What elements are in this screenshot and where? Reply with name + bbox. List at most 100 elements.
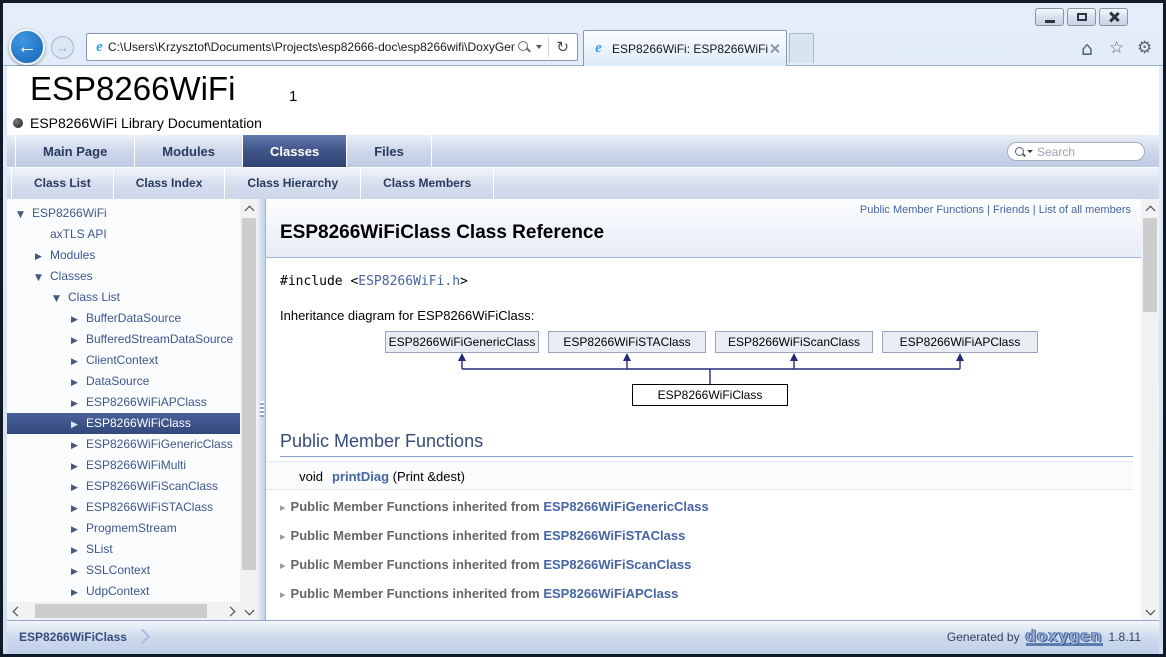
scroll-left-icon[interactable] <box>7 603 24 620</box>
tree-item-slist[interactable]: ▶SList <box>7 539 240 560</box>
tree-item-esp8266wifimulti[interactable]: ▶ESP8266WiFiMulti <box>7 455 240 476</box>
address-dropdown-icon[interactable] <box>536 45 542 49</box>
tree-item-udpcontext[interactable]: ▶UdpContext <box>7 581 240 602</box>
address-bar[interactable]: C:\Users\Krzysztof\Documents\Projects\es… <box>86 33 578 61</box>
tree-expand-icon[interactable]: ▶ <box>71 394 86 415</box>
scroll-up-icon[interactable] <box>240 199 258 217</box>
inherited-class-link[interactable]: ESP8266WiFiScanClass <box>543 557 691 572</box>
diagram-node-scanclass[interactable]: ESP8266WiFiScanClass <box>715 331 873 353</box>
inherited-class-link[interactable]: ESP8266WiFiSTAClass <box>543 528 685 543</box>
tree-expand-icon[interactable]: ▼ <box>35 268 50 289</box>
address-search-icon[interactable] <box>517 40 531 54</box>
refresh-icon[interactable] <box>552 38 573 56</box>
scroll-down-icon[interactable] <box>1141 602 1159 620</box>
tree-expand-icon[interactable]: ▶ <box>71 310 86 331</box>
tab-main-page[interactable]: Main Page <box>15 135 135 167</box>
tree-expand-icon[interactable]: ▼ <box>17 205 32 226</box>
search-dropdown-icon[interactable] <box>1027 150 1033 153</box>
maximize-button[interactable] <box>1067 8 1096 26</box>
favorites-icon[interactable] <box>1109 38 1124 58</box>
summary-link-public-members[interactable]: Public Member Functions <box>860 204 984 216</box>
tree-expand-icon[interactable]: ▶ <box>71 457 86 478</box>
member-link[interactable]: printDiag <box>332 469 389 484</box>
tree-item-bufferdatasource[interactable]: ▶BufferDataSource <box>7 308 240 329</box>
minimize-button[interactable] <box>1035 8 1064 26</box>
tab-class-list[interactable]: Class List <box>11 168 114 199</box>
tree-expand-icon[interactable]: ▶ <box>71 373 86 394</box>
diagram-node-genericclass[interactable]: ESP8266WiFiGenericClass <box>385 331 539 353</box>
tree-expand-icon[interactable]: ▶ <box>71 478 86 499</box>
scrollbar-thumb[interactable] <box>35 604 207 618</box>
tree-item-clientcontext[interactable]: ▶ClientContext <box>7 350 240 371</box>
tree-item-datasource[interactable]: ▶DataSource <box>7 371 240 392</box>
tree-item-axtls-api[interactable]: axTLS API <box>7 224 240 245</box>
back-button[interactable]: ← <box>9 29 45 65</box>
search-box[interactable] <box>1007 142 1145 161</box>
forward-button[interactable]: → <box>51 36 74 59</box>
tree-expand-icon[interactable]: ▶ <box>71 331 86 352</box>
tree-item-esp8266wifiscanclass[interactable]: ▶ESP8266WiFiScanClass <box>7 476 240 497</box>
tools-icon[interactable] <box>1137 38 1152 58</box>
inherited-section-staclass[interactable]: Public Member Functions inherited from E… <box>280 528 1141 548</box>
inherited-class-link[interactable]: ESP8266WiFiGenericClass <box>543 499 708 514</box>
diagram-node-staclass[interactable]: ESP8266WiFiSTAClass <box>548 331 706 353</box>
tree-item-esp8266wifi[interactable]: ▼ESP8266WiFi <box>7 203 240 224</box>
tree-item-esp8266wifiapclass[interactable]: ▶ESP8266WiFiAPClass <box>7 392 240 413</box>
scroll-up-icon[interactable] <box>1141 199 1159 217</box>
tree-expand-icon[interactable]: ▼ <box>53 289 68 310</box>
summary-link-all-members[interactable]: List of all members <box>1039 204 1131 216</box>
inherited-class-link[interactable]: ESP8266WiFiAPClass <box>543 586 678 601</box>
tree-item-esp8266wifigenericclass[interactable]: ▶ESP8266WiFiGenericClass <box>7 434 240 455</box>
tree-vertical-scrollbar[interactable] <box>240 199 258 620</box>
window-titlebar[interactable] <box>3 3 1163 28</box>
tree-expand-icon[interactable]: ▶ <box>71 520 86 541</box>
new-tab-button[interactable] <box>789 33 814 63</box>
tree-item-class-list[interactable]: ▼Class List <box>7 287 240 308</box>
tree-expand-icon[interactable]: ▶ <box>71 436 86 457</box>
close-button[interactable] <box>1099 8 1128 26</box>
tree-expand-icon[interactable]: ▶ <box>71 499 86 520</box>
tab-class-index[interactable]: Class Index <box>114 168 226 199</box>
content-vertical-scrollbar[interactable] <box>1141 199 1159 620</box>
scroll-down-icon[interactable] <box>240 602 258 620</box>
inherited-section-genericclass[interactable]: Public Member Functions inherited from E… <box>280 499 1141 519</box>
tree-item-bufferedstreamdatasource[interactable]: ▶BufferedStreamDataSource <box>7 329 240 350</box>
scrollbar-thumb[interactable] <box>1143 218 1157 312</box>
diagram-node-apclass[interactable]: ESP8266WiFiAPClass <box>882 331 1038 353</box>
include-file-link[interactable]: ESP8266WiFi.h <box>358 274 460 289</box>
summary-link-friends[interactable]: Friends <box>993 204 1030 216</box>
panel-splitter[interactable] <box>258 199 266 620</box>
breadcrumb[interactable]: ESP8266WiFiClass <box>19 630 127 644</box>
window-frame-bottom <box>7 652 1159 654</box>
tab-modules[interactable]: Modules <box>135 135 243 167</box>
tree-horizontal-scrollbar[interactable] <box>7 602 240 620</box>
tree-item-label: ESP8266WiFiAPClass <box>86 395 207 409</box>
tree-item-sslcontext[interactable]: ▶SSLContext <box>7 560 240 581</box>
tree-item-modules[interactable]: ▶Modules <box>7 245 240 266</box>
tree-item-esp8266wificlass-selected[interactable]: ▶ESP8266WiFiClass <box>7 413 240 434</box>
inherited-section-apclass[interactable]: Public Member Functions inherited from E… <box>280 586 1141 606</box>
tab-classes[interactable]: Classes <box>243 135 347 167</box>
tree-expand-icon[interactable]: ▶ <box>71 352 86 373</box>
doxygen-logo[interactable]: doxygen <box>1026 628 1103 646</box>
search-input[interactable] <box>1037 145 1138 159</box>
scrollbar-thumb[interactable] <box>242 218 256 570</box>
tree-expand-icon[interactable]: ▶ <box>35 247 50 268</box>
tab-class-hierarchy[interactable]: Class Hierarchy <box>225 168 361 199</box>
tab-class-members[interactable]: Class Members <box>361 168 494 199</box>
splitter-grip-icon <box>260 401 264 417</box>
home-icon[interactable] <box>1081 38 1093 60</box>
tree-expand-icon[interactable]: ▶ <box>71 541 86 562</box>
tree-item-classes[interactable]: ▼Classes <box>7 266 240 287</box>
tree-item-esp8266wifistaclass[interactable]: ▶ESP8266WiFiSTAClass <box>7 497 240 518</box>
tree-expand-icon[interactable]: ▶ <box>71 562 86 583</box>
tab-files[interactable]: Files <box>347 135 432 167</box>
browser-tab[interactable]: ESP8266WiFi: ESP8266WiFi... <box>583 30 787 66</box>
tree-item-progmemstream[interactable]: ▶ProgmemStream <box>7 518 240 539</box>
tree-expand-icon[interactable]: ▶ <box>71 583 86 604</box>
tree-expand-icon[interactable]: ▶ <box>71 415 86 436</box>
tab-close-icon[interactable] <box>769 43 780 54</box>
scroll-right-icon[interactable] <box>223 603 240 620</box>
inherited-section-scanclass[interactable]: Public Member Functions inherited from E… <box>280 557 1141 577</box>
url-text[interactable]: C:\Users\Krzysztof\Documents\Projects\es… <box>108 40 515 54</box>
